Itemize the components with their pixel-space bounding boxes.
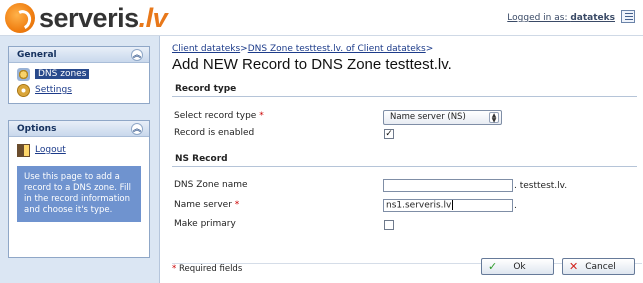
- make-primary-checkbox[interactable]: [384, 220, 394, 230]
- text-caret: [452, 200, 454, 210]
- cancel-button[interactable]: ✕ Cancel: [562, 258, 635, 275]
- logout-door-icon: [17, 143, 30, 157]
- ok-button[interactable]: ✓ Ok: [481, 258, 554, 275]
- main-content: Client datateks>DNS Zone testtest.lv. of…: [161, 36, 643, 283]
- breadcrumb: Client datateks>DNS Zone testtest.lv. of…: [172, 44, 434, 54]
- ns-record-section-header: NS Record: [172, 154, 637, 167]
- header-bar: serveris.lv Logged in as: datateks: [0, 0, 643, 36]
- ns-suffix-text: .: [514, 201, 517, 211]
- name-server-input[interactable]: ns1.serveris.lv: [383, 199, 513, 212]
- sidebar: General ︽ DNS zones Settings Options ︽ L…: [0, 36, 160, 283]
- options-panel-header: Options ︽: [9, 121, 149, 137]
- name-server-label: Name server *: [174, 200, 240, 210]
- record-type-select[interactable]: Name server (NS) ▲ ▼: [383, 110, 502, 125]
- logo-swirl-icon: [5, 3, 35, 33]
- help-hint-box: Use this page to add a record to a DNS z…: [17, 166, 141, 222]
- record-enabled-label: Record is enabled: [174, 128, 255, 138]
- collapse-chevron-icon[interactable]: ︽: [131, 49, 143, 61]
- required-fields-note: * Required fields: [172, 264, 243, 274]
- breadcrumb-client-link[interactable]: Client datateks: [172, 44, 240, 54]
- logo-text: serveris.lv: [39, 2, 168, 33]
- sidebar-item-settings[interactable]: Settings: [9, 82, 149, 98]
- settings-gear-icon: [17, 83, 30, 97]
- serveris-logo[interactable]: serveris.lv: [5, 2, 168, 34]
- check-icon: ✓: [488, 260, 498, 273]
- record-type-section-header: Record type: [172, 84, 637, 97]
- sidebar-item-dns-zones[interactable]: DNS zones: [9, 66, 149, 82]
- logged-in-link[interactable]: Logged in as: datateks: [507, 13, 615, 23]
- record-enabled-checkbox[interactable]: ✓: [384, 129, 394, 139]
- make-primary-label: Make primary: [174, 219, 236, 229]
- breadcrumb-zone-link[interactable]: DNS Zone testtest.lv. of Client datateks: [248, 44, 426, 54]
- general-panel: General ︽ DNS zones Settings: [8, 46, 150, 104]
- record-type-label: Select record type *: [174, 111, 264, 121]
- collapse-chevron-icon[interactable]: ︽: [131, 123, 143, 135]
- zone-suffix-text: . testtest.lv.: [514, 181, 568, 191]
- page-title: Add NEW Record to DNS Zone testtest.lv.: [172, 56, 452, 73]
- general-panel-header: General ︽: [9, 47, 149, 63]
- close-icon: ✕: [569, 260, 579, 273]
- select-updown-arrow-icon: ▲ ▼: [489, 112, 499, 124]
- dns-zone-name-input[interactable]: [383, 179, 513, 192]
- dns-zones-icon: [17, 67, 30, 81]
- edit-profile-icon[interactable]: [621, 10, 635, 23]
- sidebar-item-logout[interactable]: Logout: [9, 142, 149, 158]
- options-panel: Options ︽ Logout Use this page to add a …: [8, 120, 150, 258]
- dns-zone-name-label: DNS Zone name: [174, 180, 248, 190]
